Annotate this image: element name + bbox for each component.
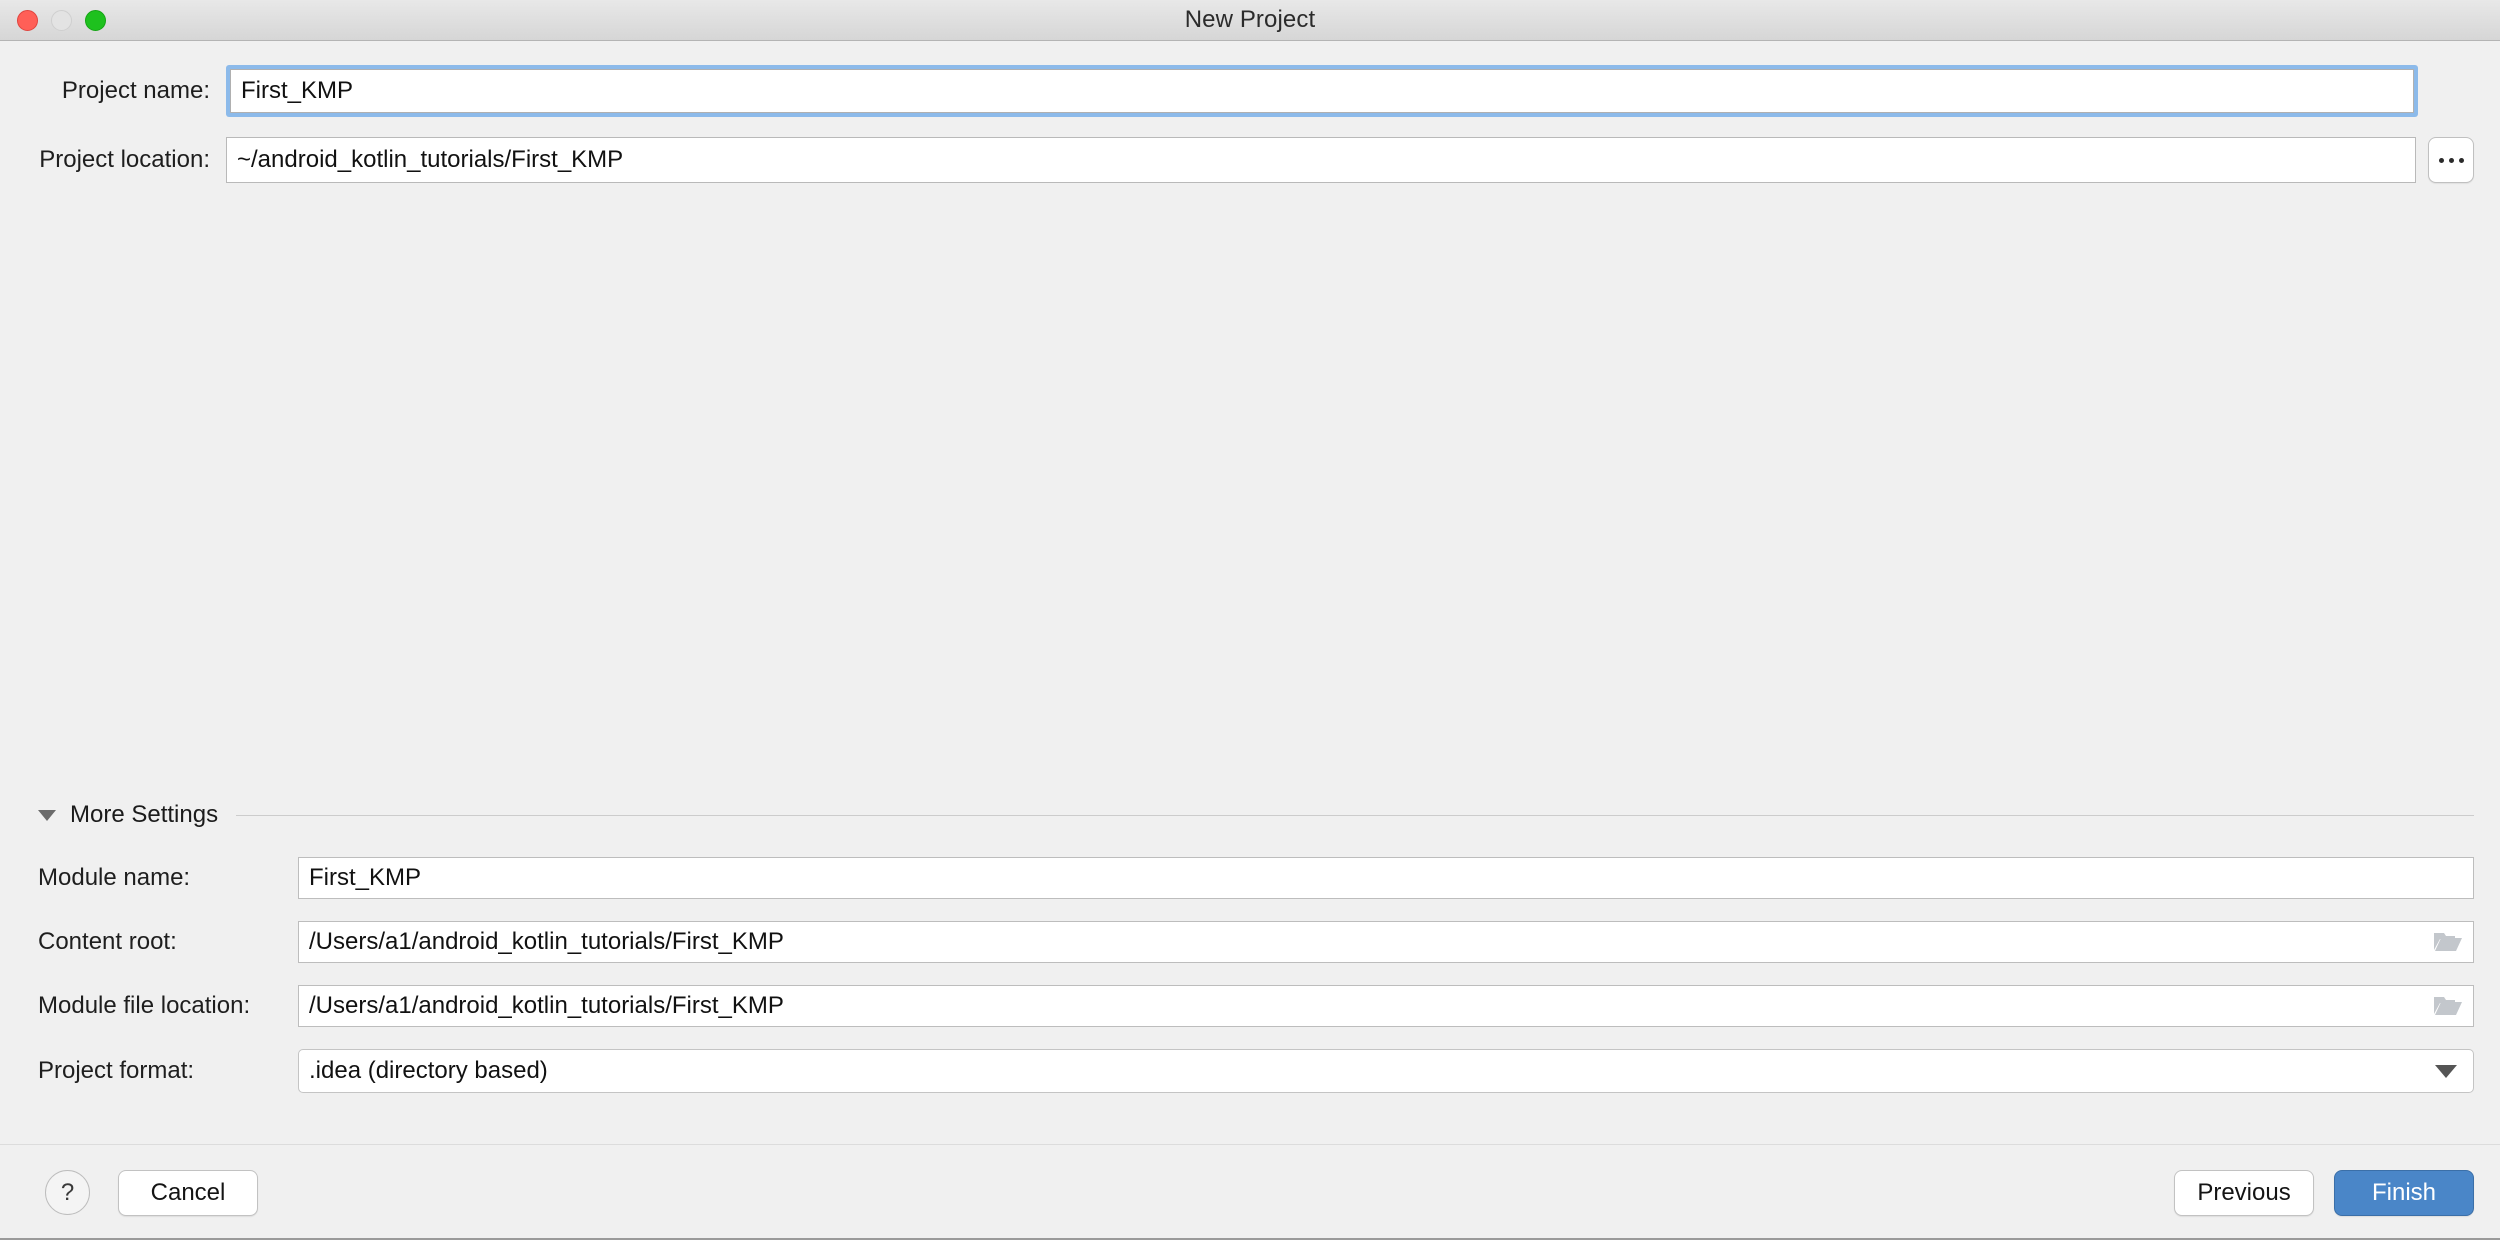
content-root-row: Content root: /Users/a1/android_kotlin_t… [26, 921, 2474, 963]
maximize-window-button[interactable] [85, 9, 106, 31]
project-name-label: Project name: [61, 77, 210, 104]
dialog-footer: ? Cancel Previous Finish [0, 1144, 2500, 1240]
title-bar: New Project [0, 0, 2500, 41]
project-location-label: Project location: [39, 146, 210, 173]
close-window-button[interactable] [17, 9, 38, 31]
top-form: Project name: First_KMP Project location… [0, 41, 2500, 183]
project-name-row: Project name: First_KMP [26, 65, 2474, 117]
more-settings-title: More Settings [70, 801, 219, 828]
window-title: New Project [1184, 6, 1316, 33]
cancel-button[interactable]: Cancel [118, 1169, 258, 1216]
minimize-window-button[interactable] [51, 9, 72, 31]
project-format-value: .idea (directory based) [309, 1057, 548, 1084]
module-name-row: Module name: First_KMP [26, 857, 2474, 899]
content-root-input[interactable]: /Users/a1/android_kotlin_tutorials/First… [298, 921, 2474, 963]
project-format-label: Project format: [38, 1057, 195, 1084]
content-root-value: /Users/a1/android_kotlin_tutorials/First… [309, 928, 784, 955]
module-file-location-value: /Users/a1/android_kotlin_tutorials/First… [309, 992, 784, 1019]
project-format-select[interactable]: .idea (directory based) [298, 1049, 2474, 1093]
ellipsis-dot-icon [2448, 157, 2454, 163]
project-name-input[interactable]: First_KMP [230, 69, 2414, 113]
traffic-lights [17, 9, 106, 31]
module-name-input[interactable]: First_KMP [298, 857, 2474, 899]
chevron-down-icon[interactable] [2435, 1064, 2457, 1078]
help-button[interactable]: ? [45, 1170, 90, 1215]
module-file-location-label: Module file location: [38, 992, 251, 1019]
module-file-location-input[interactable]: /Users/a1/android_kotlin_tutorials/First… [298, 985, 2474, 1027]
module-file-location-row: Module file location: /Users/a1/android_… [26, 985, 2474, 1027]
section-divider [236, 814, 2474, 816]
folder-icon[interactable] [2433, 931, 2463, 953]
project-location-row: Project location: ~/android_kotlin_tutor… [26, 137, 2474, 183]
chevron-down-icon[interactable] [38, 809, 56, 821]
more-settings-header[interactable]: More Settings [26, 801, 2474, 829]
more-settings-section: More Settings Module name: First_KMP Con… [0, 801, 2500, 1115]
ellipsis-dot-icon [2458, 157, 2464, 163]
dialog-body: Project name: First_KMP Project location… [0, 41, 2500, 1240]
finish-button[interactable]: Finish [2334, 1169, 2474, 1216]
project-format-row: Project format: .idea (directory based) [26, 1049, 2474, 1093]
content-root-label: Content root: [38, 928, 177, 955]
folder-icon[interactable] [2433, 995, 2463, 1017]
project-name-focus-ring: First_KMP [226, 65, 2418, 117]
previous-button[interactable]: Previous [2174, 1169, 2314, 1216]
new-project-dialog: New Project Project name: First_KMP Proj… [0, 0, 2500, 1240]
project-location-input[interactable]: ~/android_kotlin_tutorials/First_KMP [226, 137, 2416, 183]
ellipsis-dot-icon [2438, 157, 2444, 163]
module-name-label: Module name: [38, 864, 191, 891]
browse-location-button[interactable] [2428, 137, 2474, 183]
